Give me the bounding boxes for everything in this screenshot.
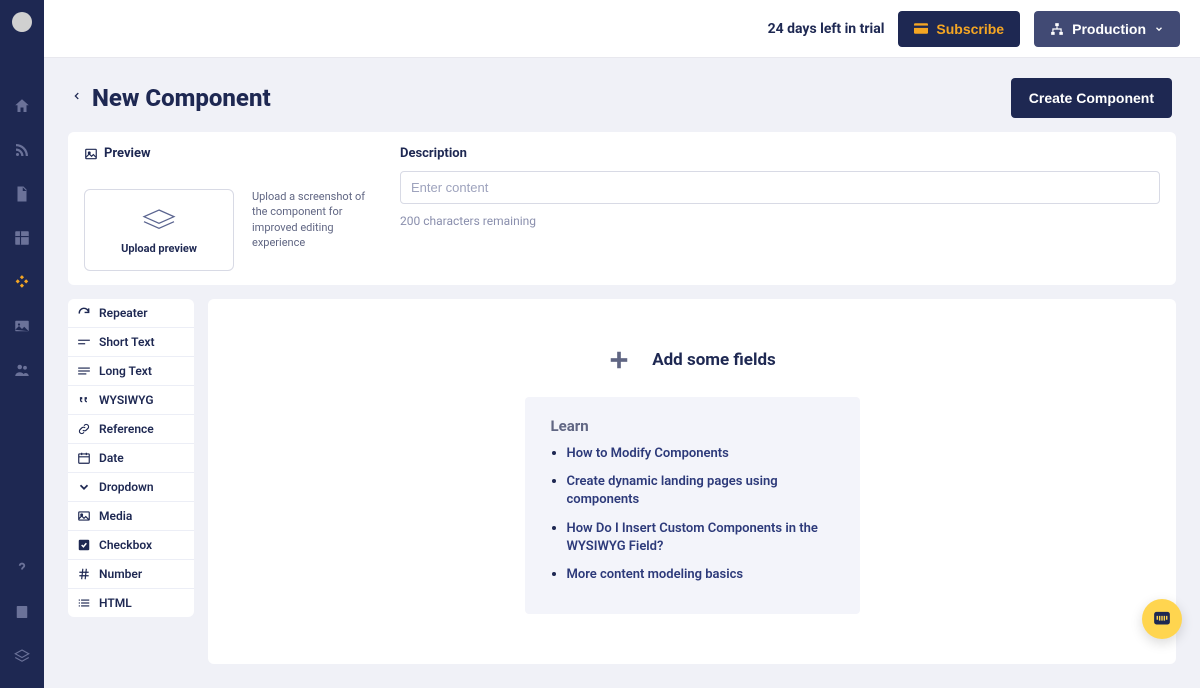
nav-users[interactable] — [0, 350, 44, 390]
list-icon — [77, 596, 91, 610]
titlebar: New Component Create Component — [44, 58, 1200, 132]
link-icon — [77, 422, 91, 436]
field-type-short-text[interactable]: Short Text — [68, 328, 194, 357]
nav-components[interactable] — [0, 262, 44, 302]
field-type-reference[interactable]: Reference — [68, 415, 194, 444]
field-type-date[interactable]: Date — [68, 444, 194, 473]
layers-icon — [13, 647, 31, 665]
layers-outline-icon — [139, 206, 179, 234]
top-header: 24 days left in trial Subscribe Producti… — [44, 0, 1200, 58]
nav-pages[interactable] — [0, 174, 44, 214]
subscribe-label: Subscribe — [936, 21, 1004, 37]
field-type-wysiwyg[interactable]: WYSIWYG — [68, 386, 194, 415]
field-type-list: Repeater Short Text Long Text WYSIWYG — [68, 299, 194, 617]
learn-box: Learn How to Modify Components Create dy… — [525, 397, 860, 614]
media-icon — [77, 509, 91, 523]
nav-expand[interactable] — [0, 636, 44, 676]
book-icon — [13, 603, 31, 621]
preview-label: Preview — [84, 146, 382, 161]
description-label: Description — [400, 146, 1160, 161]
short-text-icon — [77, 335, 91, 349]
trial-text: 24 days left in trial — [768, 21, 885, 37]
field-type-media[interactable]: Media — [68, 502, 194, 531]
environment-label: Production — [1072, 21, 1146, 37]
field-type-long-text[interactable]: Long Text — [68, 357, 194, 386]
field-type-checkbox[interactable]: Checkbox — [68, 531, 194, 560]
main-content: 24 days left in trial Subscribe Producti… — [44, 0, 1200, 688]
learn-link-2[interactable]: How Do I Insert Custom Components in the… — [567, 521, 818, 554]
chevron-down-icon — [77, 480, 91, 494]
nav-blog[interactable] — [0, 130, 44, 170]
preview-hint: Upload a screenshot of the component for… — [252, 189, 382, 271]
subscribe-button[interactable]: Subscribe — [898, 11, 1020, 47]
quote-icon — [77, 393, 91, 407]
environment-selector[interactable]: Production — [1034, 11, 1180, 47]
field-type-html[interactable]: HTML — [68, 589, 194, 617]
char-count: 200 characters remaining — [400, 214, 1160, 228]
plus-icon — [608, 349, 630, 371]
field-type-repeater[interactable]: Repeater — [68, 299, 194, 328]
upload-text: Upload preview — [121, 242, 197, 255]
chevron-down-icon — [1154, 24, 1164, 34]
back-button[interactable] — [72, 89, 82, 107]
image-icon — [13, 317, 31, 335]
chevron-left-icon — [72, 89, 82, 103]
nav-home[interactable] — [0, 86, 44, 126]
preview-description-card: Preview Upload preview Upload a screensh… — [68, 132, 1176, 285]
help-icon — [13, 559, 31, 577]
learn-link-1[interactable]: Create dynamic landing pages using compo… — [567, 474, 778, 507]
page-icon — [13, 185, 31, 203]
create-label: Create Component — [1029, 90, 1154, 106]
calendar-icon — [77, 451, 91, 465]
canvas-heading: Add some fields — [608, 349, 776, 371]
nav-help[interactable] — [0, 548, 44, 588]
page-title: New Component — [92, 84, 271, 112]
sidebar — [0, 0, 44, 688]
learn-link-3[interactable]: More content modeling basics — [567, 567, 744, 582]
field-type-dropdown[interactable]: Dropdown — [68, 473, 194, 502]
learn-link-0[interactable]: How to Modify Components — [567, 446, 729, 461]
upload-preview-box[interactable]: Upload preview — [84, 189, 234, 271]
chat-icon — [1151, 608, 1173, 630]
nav-collections[interactable] — [0, 218, 44, 258]
long-text-icon — [77, 364, 91, 378]
nav-docs[interactable] — [0, 592, 44, 632]
grid-icon — [13, 229, 31, 247]
create-component-button[interactable]: Create Component — [1011, 78, 1172, 118]
image-outline-icon — [84, 147, 98, 161]
card-icon — [914, 23, 928, 34]
rss-icon — [13, 141, 31, 159]
learn-title: Learn — [551, 417, 834, 435]
home-icon — [13, 97, 31, 115]
avatar[interactable] — [12, 12, 32, 32]
hash-icon — [77, 567, 91, 581]
fields-canvas: Add some fields Learn How to Modify Comp… — [208, 299, 1176, 664]
users-icon — [13, 361, 31, 379]
checkbox-icon — [77, 538, 91, 552]
repeat-icon — [77, 306, 91, 320]
field-type-number[interactable]: Number — [68, 560, 194, 589]
description-input[interactable] — [400, 171, 1160, 204]
components-icon — [13, 273, 31, 291]
intercom-launcher[interactable] — [1142, 599, 1182, 639]
sitemap-icon — [1050, 22, 1064, 36]
nav-media[interactable] — [0, 306, 44, 346]
